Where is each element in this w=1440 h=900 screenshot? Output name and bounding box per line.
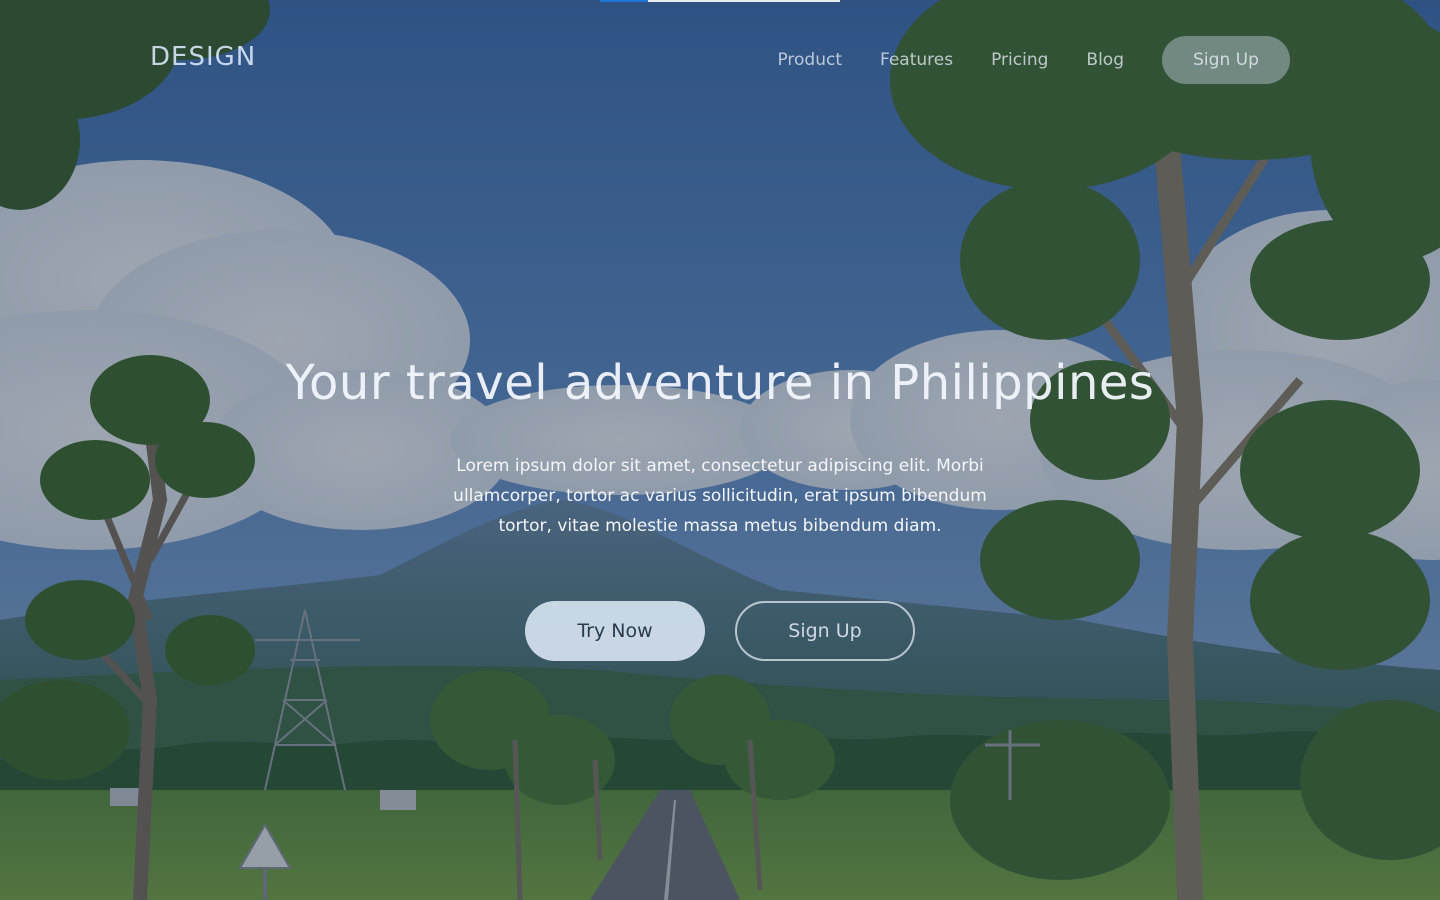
page-load-progress-fill xyxy=(600,0,648,2)
page-load-progress-bar xyxy=(600,0,840,2)
nav-link-product[interactable]: Product xyxy=(777,50,842,70)
nav-signup-button[interactable]: Sign Up xyxy=(1162,36,1290,84)
hero-title: Your travel adventure in Philippines xyxy=(285,355,1155,411)
try-now-button[interactable]: Try Now xyxy=(525,601,705,661)
hero-actions: Try Now Sign Up xyxy=(0,601,1440,661)
hero-description: Lorem ipsum dolor sit amet, consectetur … xyxy=(453,456,987,536)
nav-link-blog[interactable]: Blog xyxy=(1086,50,1124,70)
hero-signup-button[interactable]: Sign Up xyxy=(735,601,915,661)
nav-link-features[interactable]: Features xyxy=(880,50,953,70)
site-header: DESIGN Product Features Pricing Blog Sig… xyxy=(0,0,1440,110)
site-logo[interactable]: DESIGN xyxy=(150,42,256,72)
main-nav: Product Features Pricing Blog Sign Up xyxy=(777,35,1290,85)
hero-section: Your travel adventure in Philippines Lor… xyxy=(0,355,1440,661)
nav-link-pricing[interactable]: Pricing xyxy=(991,50,1048,70)
